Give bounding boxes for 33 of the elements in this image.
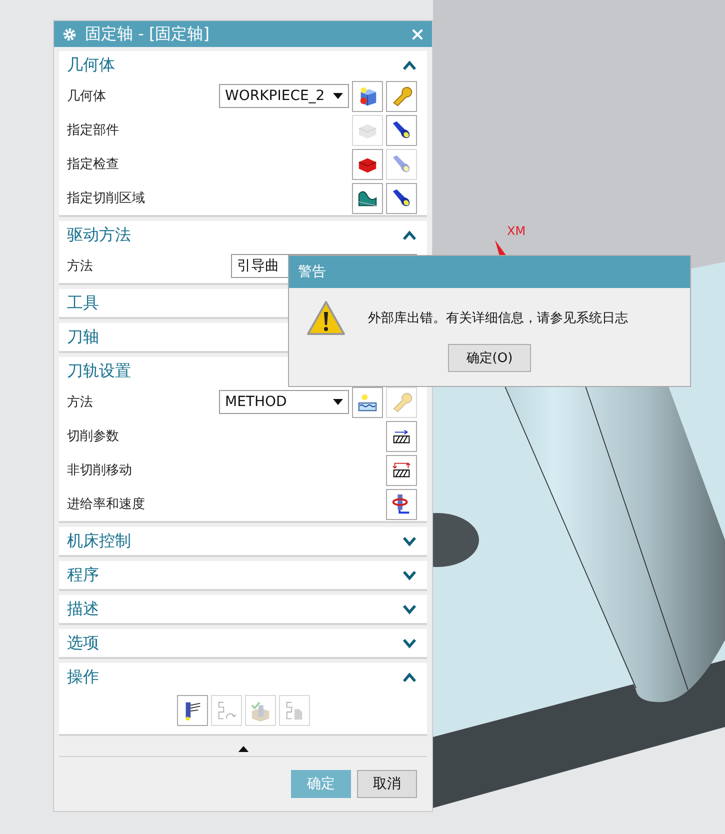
field-label: 方法 xyxy=(67,258,93,275)
field-label: 几何体 xyxy=(67,88,106,105)
section-header[interactable]: 机床控制 xyxy=(59,527,427,555)
ok-button[interactable]: 确定(O) xyxy=(448,344,531,372)
section-title: 工具 xyxy=(67,292,99,314)
field-label: 切削参数 xyxy=(67,428,119,445)
section-header[interactable]: 描述 xyxy=(59,595,427,623)
section-header[interactable]: 几何体 xyxy=(59,51,427,79)
section-title: 机床控制 xyxy=(67,530,131,552)
field-label: 非切削移动 xyxy=(67,462,132,479)
dropdown[interactable]: METHOD xyxy=(219,390,349,414)
section-title: 描述 xyxy=(67,598,99,620)
field-label: 指定部件 xyxy=(67,122,119,139)
section-header[interactable]: 程序 xyxy=(59,561,427,589)
field-label: 指定检查 xyxy=(67,156,119,173)
section-title: 驱动方法 xyxy=(67,224,131,246)
dialog-title: 警告 xyxy=(298,263,326,281)
window-title: 固定轴 - [固定轴] xyxy=(85,24,210,44)
section-title: 选项 xyxy=(67,632,99,654)
section-title: 刀轴 xyxy=(67,326,99,348)
section-title: 程序 xyxy=(67,564,99,586)
cancel-button[interactable]: 取消 xyxy=(357,770,417,798)
field-label: 进给率和速度 xyxy=(67,496,145,513)
section-header[interactable]: 操作 xyxy=(59,663,427,691)
section-title: 几何体 xyxy=(67,54,115,76)
dropdown[interactable]: WORKPIECE_2 xyxy=(219,84,349,108)
section-header[interactable]: 选项 xyxy=(59,629,427,657)
section-header[interactable]: 驱动方法 xyxy=(59,221,427,249)
section-title: 刀轨设置 xyxy=(67,360,131,382)
field-label: 指定切削区域 xyxy=(67,190,145,207)
field-label: 方法 xyxy=(67,394,93,411)
section-title: 操作 xyxy=(67,666,99,688)
axis-label: XM xyxy=(507,224,526,238)
